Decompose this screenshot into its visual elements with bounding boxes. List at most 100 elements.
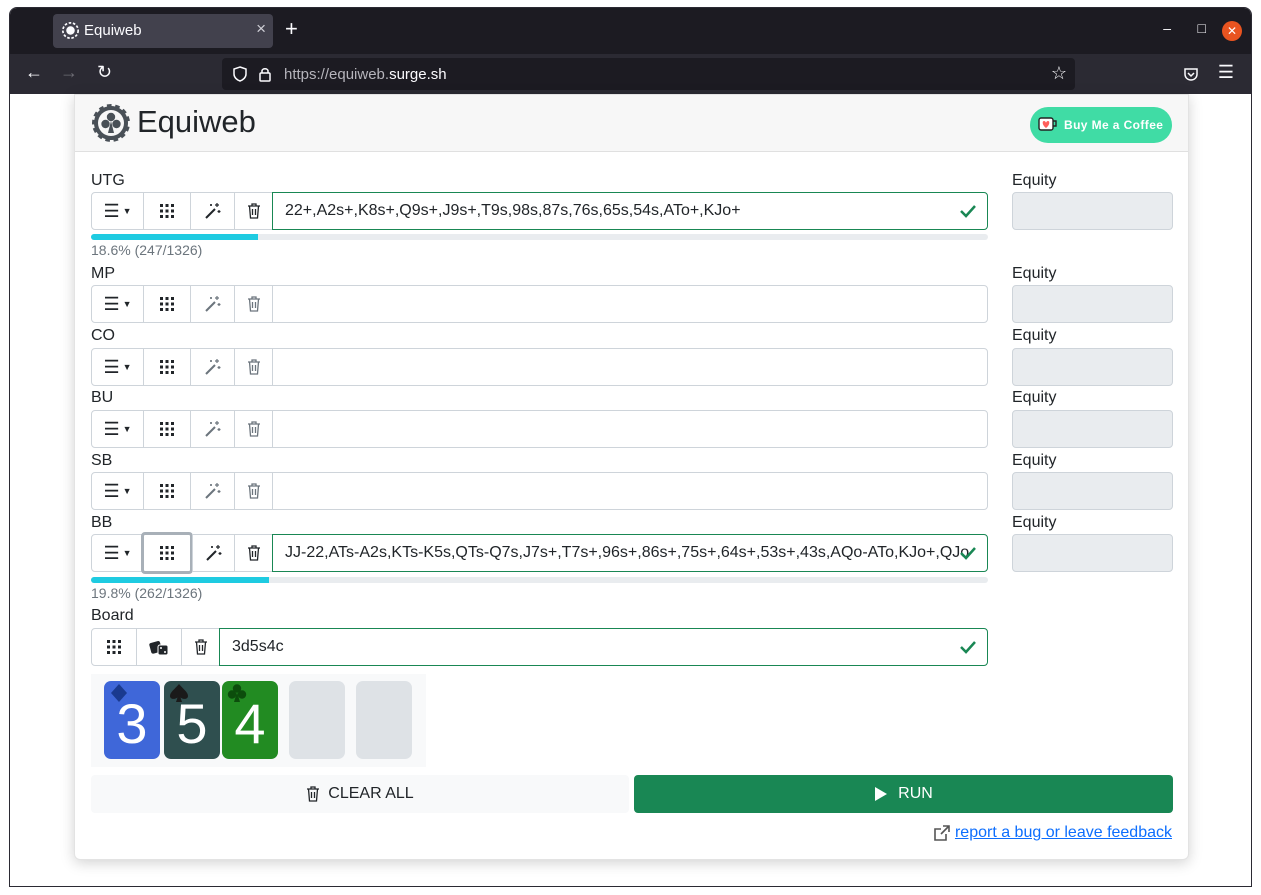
equity-output-bb — [1012, 534, 1173, 572]
range-grid-button[interactable] — [143, 472, 191, 510]
range-text: 22+,A2s+,K8s+,Q9s+,J9s+,T9s,98s,87s,76s,… — [285, 202, 741, 219]
board-card[interactable]: 4 — [222, 681, 278, 759]
range-text: JJ-22,ATs-A2s,KTs-K5s,QTs-Q7s,J7s+,T7s+,… — [285, 544, 970, 561]
magic-wand-icon — [204, 203, 220, 219]
grid-icon — [160, 546, 174, 560]
caret-down-icon: ▼ — [122, 486, 132, 496]
range-grid-button[interactable] — [143, 192, 191, 230]
range-input-mp[interactable] — [272, 285, 988, 323]
browser-window: Equiweb × + – □ ✕ ← → ↻ https://equiweb.… — [9, 7, 1252, 887]
board-card-empty[interactable] — [289, 681, 345, 759]
range-input-utg[interactable]: 22+,A2s+,K8s+,Q9s+,J9s+,T9s,98s,87s,76s,… — [272, 192, 988, 230]
progress-fill — [91, 577, 269, 583]
range-menu-button[interactable]: ☰ ▼ — [91, 192, 144, 230]
new-tab-icon[interactable]: + — [285, 17, 298, 41]
bookmark-star-icon[interactable]: ☆ — [1051, 63, 1067, 84]
forward-icon[interactable]: → — [60, 62, 78, 83]
run-button[interactable]: RUN — [634, 775, 1173, 813]
maximize-icon[interactable]: □ — [1198, 20, 1206, 36]
range-grid-button[interactable] — [141, 532, 193, 574]
check-icon — [960, 205, 976, 218]
range-menu-button[interactable]: ☰ ▼ — [91, 472, 144, 510]
magic-wand-icon — [205, 545, 221, 561]
equity-label-sb: Equity — [1012, 452, 1057, 469]
clear-range-button[interactable] — [234, 348, 273, 386]
browser-tab[interactable]: Equiweb × — [53, 14, 273, 48]
pocket-icon[interactable] — [1183, 66, 1199, 82]
random-board-button[interactable] — [136, 628, 182, 666]
equity-label-co: Equity — [1012, 327, 1057, 344]
menu-icon[interactable]: ☰ — [1218, 62, 1234, 83]
trash-icon — [247, 545, 260, 561]
player-label-co: CO — [91, 327, 115, 344]
club-suit-icon — [227, 684, 247, 702]
progress-fill — [91, 234, 258, 240]
board-card[interactable]: 5 — [164, 681, 220, 759]
lock-icon[interactable] — [258, 66, 272, 82]
shield-icon[interactable] — [232, 66, 248, 82]
board-card-empty[interactable] — [356, 681, 412, 759]
range-menu-button[interactable]: ☰ ▼ — [91, 285, 144, 323]
tab-close-icon[interactable]: × — [256, 19, 266, 39]
address-bar[interactable]: https://equiweb.surge.sh ☆ — [222, 58, 1075, 90]
grid-icon — [160, 297, 174, 311]
reload-icon[interactable]: ↻ — [97, 62, 112, 83]
board-grid-button[interactable] — [91, 628, 137, 666]
window-close-icon[interactable]: ✕ — [1222, 21, 1242, 41]
clear-all-label: CLEAR ALL — [328, 785, 414, 802]
hamburger-icon: ☰ — [103, 200, 120, 221]
magic-wand-button[interactable] — [190, 472, 235, 510]
range-input-bb[interactable]: JJ-22,ATs-A2s,KTs-K5s,QTs-Q7s,J7s+,T7s+,… — [272, 534, 988, 572]
trash-icon — [307, 786, 320, 802]
range-grid-button[interactable] — [143, 410, 191, 448]
grid-icon — [160, 484, 174, 498]
clear-range-button[interactable] — [234, 285, 273, 323]
page-viewport: Equiweb Buy Me a Coffee UTG Equity ☰ ▼ 2… — [10, 94, 1251, 886]
magic-wand-button[interactable] — [190, 192, 235, 230]
clear-range-button[interactable] — [234, 534, 273, 572]
grid-icon — [160, 204, 174, 218]
caret-down-icon: ▼ — [122, 362, 132, 372]
clear-range-button[interactable] — [234, 192, 273, 230]
equity-output-utg — [1012, 192, 1173, 230]
range-menu-button[interactable]: ☰ ▼ — [91, 410, 144, 448]
range-menu-button[interactable]: ☰ ▼ — [91, 348, 144, 386]
minimize-icon[interactable]: – — [1163, 20, 1171, 36]
caret-down-icon: ▼ — [122, 299, 132, 309]
board-text: 3d5s4c — [232, 638, 284, 655]
clear-all-button[interactable]: CLEAR ALL — [91, 775, 629, 813]
buy-me-a-coffee-button[interactable]: Buy Me a Coffee — [1030, 107, 1172, 143]
diamond-suit-icon — [111, 684, 127, 702]
poker-chip-icon — [62, 22, 79, 39]
range-input-sb[interactable] — [272, 472, 988, 510]
dice-icon — [149, 641, 169, 656]
clear-range-button[interactable] — [234, 410, 273, 448]
range-grid-button[interactable] — [143, 285, 191, 323]
equity-label-mp: Equity — [1012, 265, 1057, 282]
magic-wand-button[interactable] — [190, 410, 235, 448]
clear-range-button[interactable] — [234, 472, 273, 510]
range-input-co[interactable] — [272, 348, 988, 386]
magic-wand-icon — [204, 421, 220, 437]
board-input[interactable]: 3d5s4c — [219, 628, 988, 666]
equity-output-sb — [1012, 472, 1173, 510]
feedback-link[interactable]: report a bug or leave feedback — [955, 824, 1172, 842]
player-label-utg: UTG — [91, 172, 125, 189]
hamburger-icon: ☰ — [103, 542, 120, 563]
back-icon[interactable]: ← — [25, 62, 43, 83]
poker-chip-club-icon — [91, 103, 131, 143]
range-input-bu[interactable] — [272, 410, 988, 448]
equity-output-mp — [1012, 285, 1173, 323]
range-grid-button[interactable] — [143, 348, 191, 386]
board-card[interactable]: 3 — [104, 681, 160, 759]
equity-label-utg: Equity — [1012, 172, 1057, 189]
hamburger-icon: ☰ — [103, 480, 120, 501]
nav-bar: ← → ↻ https://equiweb.surge.sh ☆ ☰ — [10, 54, 1251, 94]
clear-board-button[interactable] — [181, 628, 220, 666]
magic-wand-button[interactable] — [190, 348, 235, 386]
magic-wand-button[interactable] — [192, 534, 235, 572]
magic-wand-button[interactable] — [190, 285, 235, 323]
range-menu-button[interactable]: ☰ ▼ — [91, 534, 144, 572]
range-percent-utg: 18.6% (247/1326) — [91, 242, 203, 258]
external-link-icon — [934, 825, 950, 841]
